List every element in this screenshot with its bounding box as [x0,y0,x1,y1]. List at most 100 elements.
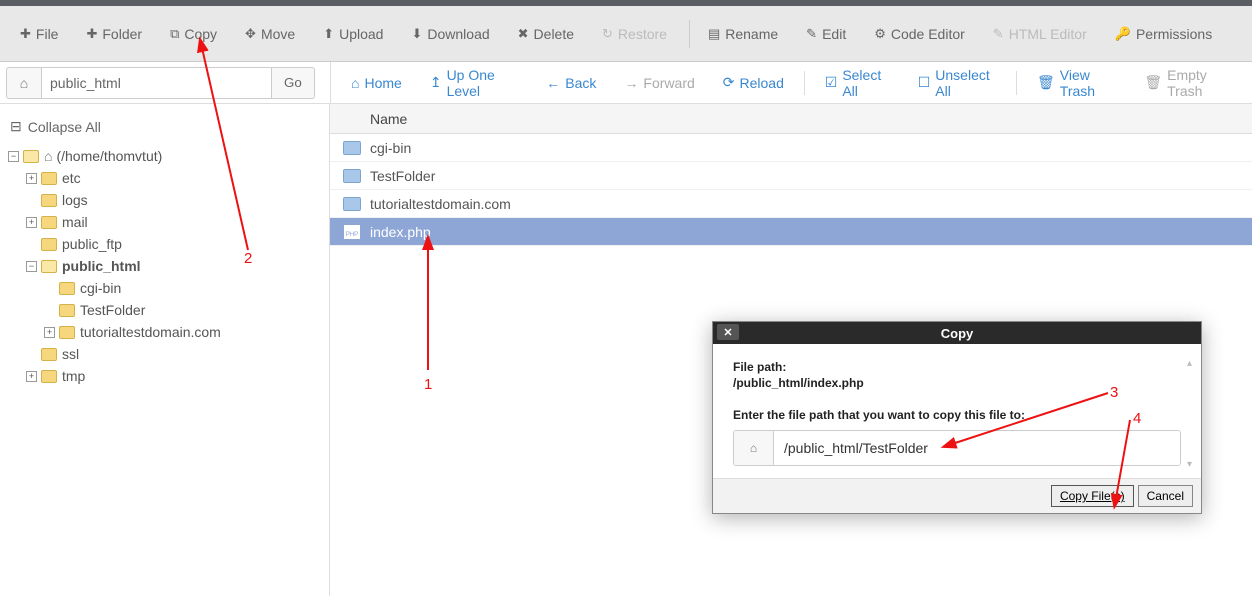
folder-open-icon [23,150,39,163]
expand-toggle[interactable]: + [26,371,37,382]
tree-root[interactable]: − ⌂ (/home/thomvtut) [8,145,321,167]
forward-button[interactable]: → Forward [614,69,704,97]
unselect-all-label: Unselect All [935,67,996,99]
copy-files-button[interactable]: Copy File(s) [1051,485,1134,507]
trash-icon: 🗑 [1144,74,1162,91]
tree-root-label: (/home/thomvtut) [56,148,162,164]
dialog-scrollbar[interactable]: ▴▾ [1187,358,1195,470]
home-button[interactable]: ⌂Home [341,69,412,97]
reload-icon: ⟳ [723,74,735,91]
table-row[interactable]: TestFolder [330,162,1252,190]
tree-node-ssl[interactable]: ssl [8,343,321,365]
tree-node-logs[interactable]: logs [8,189,321,211]
forward-icon: → [624,75,638,91]
destination-input[interactable] [774,431,1180,465]
trash-icon: 🗑 [1037,74,1055,91]
close-icon: ✕ [723,326,732,339]
html-editor-button[interactable]: ✎HTML Editor [981,20,1099,48]
copy-label: Copy [184,26,217,42]
tree-node-etc[interactable]: + etc [8,167,321,189]
up-button[interactable]: ↥Up One Level [420,61,528,105]
tree-node-mail[interactable]: + mail [8,211,321,233]
folder-tree: − ⌂ (/home/thomvtut) + etc logs + mail pub… [8,145,321,387]
scroll-up-icon: ▴ [1187,358,1195,369]
collapse-icon: ⊟ [10,118,22,135]
tree-node-tmp[interactable]: +tmp [8,365,321,387]
file-name: index.php [370,224,431,240]
empty-trash-button[interactable]: 🗑 Empty Trash [1134,61,1242,105]
tree-node-testfolder[interactable]: TestFolder [8,299,321,321]
folder-icon [41,348,57,361]
destination-path-row: ⌂ [733,430,1181,466]
expand-toggle[interactable]: − [26,261,37,272]
plus-icon: ✚ [20,26,31,42]
path-input[interactable] [42,67,272,99]
rename-icon: ▤ [708,26,720,42]
home-icon: ⌂ [44,148,52,164]
restore-button[interactable]: ↻Restore [590,20,679,48]
home-icon: ⌂ [750,441,757,455]
home-label: Home [364,75,401,91]
table-row[interactable]: tutorialtestdomain.com [330,190,1252,218]
destination-home-button[interactable]: ⌂ [734,431,774,465]
folder-icon [59,282,75,295]
nav-separator [1016,71,1017,95]
expand-toggle[interactable]: − [8,151,19,162]
forward-label: Forward [643,75,694,91]
empty-trash-label: Empty Trash [1167,67,1232,99]
table-row-selected[interactable]: index.php [330,218,1252,246]
file-name: tutorialtestdomain.com [370,196,511,212]
go-button[interactable]: Go [272,67,315,99]
tree-label: cgi-bin [80,280,121,296]
dialog-close-button[interactable]: ✕ [717,324,739,340]
expand-spacer [44,305,55,316]
cancel-button[interactable]: Cancel [1138,485,1193,507]
reload-button[interactable]: ⟳Reload [713,68,794,97]
expand-toggle[interactable]: + [26,217,37,228]
file-button[interactable]: ✚File [8,20,70,48]
folder-button[interactable]: ✚Folder [74,20,154,48]
rename-button[interactable]: ▤Rename [696,20,790,48]
unselect-all-button[interactable]: ☐Unselect All [908,61,1006,105]
home-path-button[interactable]: ⌂ [6,67,42,99]
file-path-label: File path: [733,360,1181,374]
expand-spacer [26,195,37,206]
tree-label: ssl [62,346,79,362]
file-path-value: /public_html/index.php [733,376,1181,390]
folder-icon [41,216,57,229]
table-row[interactable]: cgi-bin [330,134,1252,162]
edit-button[interactable]: ✎Edit [794,20,858,48]
tree-node-public-ftp[interactable]: public_ftp [8,233,321,255]
view-trash-button[interactable]: 🗑View Trash [1027,61,1126,105]
download-button[interactable]: ⬇Download [399,20,501,48]
dialog-titlebar[interactable]: ✕ Copy [713,322,1201,344]
move-button[interactable]: ✥Move [233,20,307,48]
delete-button[interactable]: ✖Delete [506,20,586,48]
download-icon: ⬇ [411,26,422,42]
expand-toggle[interactable]: + [44,327,55,338]
tree-node-public-html[interactable]: −public_html [8,255,321,277]
code-editor-button[interactable]: ⚙Code Editor [862,20,977,48]
tree-node-cgi-bin[interactable]: cgi-bin [8,277,321,299]
back-button[interactable]: ←Back [536,69,606,97]
nav-separator [804,71,805,95]
folder-open-icon [41,260,57,273]
collapse-all-button[interactable]: ⊟Collapse All [8,114,321,145]
permissions-button[interactable]: 🔑Permissions [1103,20,1224,48]
tree-label: mail [62,214,88,230]
tree-node-tutorial[interactable]: +tutorialtestdomain.com [8,321,321,343]
nav-buttons: ⌂Home ↥Up One Level ←Back → Forward ⟳Relo… [330,62,1252,103]
delete-icon: ✖ [518,26,529,42]
upload-button[interactable]: ⬆Upload [311,20,395,48]
column-header-name[interactable]: Name [330,104,1252,134]
copy-dialog: ✕ Copy File path: /public_html/index.php… [712,321,1202,514]
select-all-button[interactable]: ☑Select All [815,61,900,105]
expand-toggle[interactable]: + [26,173,37,184]
tree-label: etc [62,170,81,186]
plus-icon: ✚ [86,26,97,42]
navigation-bar: ⌂ Go ⌂Home ↥Up One Level ←Back → Forward … [0,62,1252,104]
move-icon: ✥ [245,26,256,42]
html-icon: ✎ [993,26,1004,42]
code-icon: ⚙ [874,26,886,42]
copy-button[interactable]: ⧉Copy [158,20,229,48]
